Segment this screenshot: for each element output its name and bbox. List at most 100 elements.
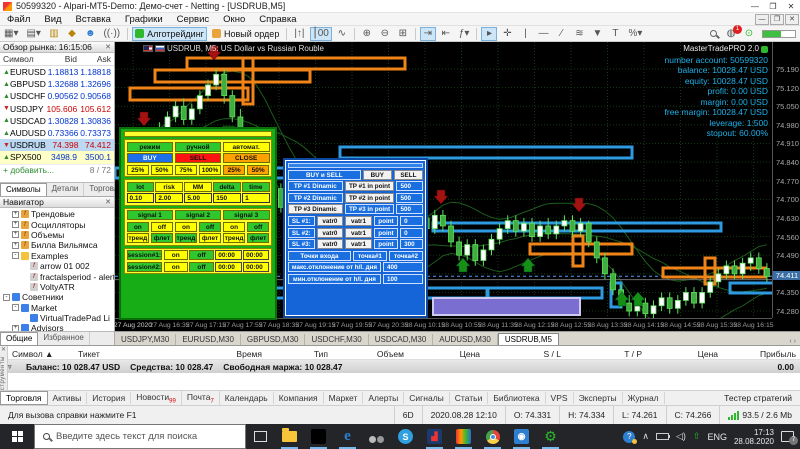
new-chart-button[interactable]: ▦▾ — [1, 27, 21, 41]
toolbox-tab-Эксперты[interactable]: Эксперты — [574, 392, 623, 404]
strategy-tester-label[interactable]: Тестер стратегий — [724, 393, 800, 403]
edge-browser-icon[interactable]: e — [333, 424, 362, 449]
ea-signal-on-button[interactable]: on — [222, 221, 246, 232]
trade-column-header[interactable]: Время — [160, 349, 266, 359]
auto-scroll-button[interactable]: ⇥ — [419, 26, 436, 41]
navigator-close-icon[interactable]: ✕ — [105, 198, 111, 206]
search-icon[interactable] — [705, 27, 721, 41]
navigator-item[interactable]: - Советники — [0, 292, 114, 302]
expand-icon[interactable]: + — [12, 210, 19, 218]
toolbox-close-icon[interactable]: ✕ — [0, 346, 7, 353]
label-tool[interactable]: ▼ — [589, 27, 605, 41]
mdi-minimize-button[interactable]: — — [755, 13, 769, 25]
market-watch-tab-Символы[interactable]: Символы — [0, 183, 47, 196]
sl-point-label[interactable]: point — [373, 239, 399, 250]
buy-and-sell-button[interactable]: BUY и SELL — [288, 169, 361, 180]
ea-param-input[interactable]: 2.00 — [155, 193, 183, 203]
ea-session-start-input[interactable]: 00:00 — [215, 250, 242, 260]
ea-signal-off-button[interactable]: off — [198, 221, 222, 232]
toolbox-tab-Журнал[interactable]: Журнал — [623, 392, 665, 404]
expand-icon[interactable]: + — [12, 221, 19, 229]
sl-vatr0-button[interactable]: vatr0 — [316, 215, 344, 226]
expand-icon[interactable]: + — [12, 241, 19, 249]
ea-param-MM[interactable]: MM — [184, 181, 212, 192]
sl-value[interactable]: 300 — [400, 239, 424, 250]
ea-signal-off-button[interactable]: off — [246, 221, 270, 232]
fibonacci-tool[interactable]: ≋ — [571, 27, 587, 41]
entry-point-1-button[interactable]: точка#1 — [352, 250, 387, 261]
sl-point-label[interactable]: point — [373, 227, 399, 238]
toolbox-tab-Почта[interactable]: Почта7 — [182, 390, 220, 406]
collapse-icon[interactable]: - — [12, 252, 19, 260]
ea-param-input[interactable]: 5.00 — [184, 193, 212, 203]
toolbox-tab-Сигналы[interactable]: Сигналы — [404, 392, 450, 404]
file-explorer-icon[interactable] — [275, 424, 304, 449]
start-button[interactable] — [0, 424, 34, 449]
entry-point-2-button[interactable]: точка#2 — [388, 250, 423, 261]
settings-gear-icon[interactable]: ⚙ — [536, 424, 565, 449]
deviation-value[interactable]: 100 — [383, 273, 423, 284]
ea-signal-2[interactable]: signal 2 — [174, 210, 222, 220]
menu-item-Файл[interactable]: Файл — [0, 14, 37, 25]
skype-icon[interactable]: S — [391, 424, 420, 449]
market-watch-row[interactable]: ▲ GBPUSD 1.32688 1.32696 — [0, 78, 114, 90]
trade-column-header[interactable]: S / L — [484, 349, 565, 359]
tab-scroll-arrows[interactable]: ‹ › — [789, 338, 800, 345]
ea-percent-100%[interactable]: 100% — [198, 164, 222, 175]
tp-value[interactable]: 500 — [396, 192, 423, 203]
ea-mode-ручной[interactable]: ручной — [174, 141, 222, 152]
navigator-item[interactable]: VirtualTradePad Li — [0, 313, 114, 323]
mdi-close-button[interactable]: ✕ — [785, 13, 799, 25]
ea-mode-режим[interactable]: режим — [126, 141, 174, 152]
ea-action-CLOSE[interactable]: CLOSE — [222, 153, 270, 163]
ea-signal-on-button[interactable]: on — [126, 221, 150, 232]
navigator-tab-Избранное[interactable]: Избранное — [38, 332, 90, 345]
expand-icon[interactable]: + — [12, 231, 19, 239]
toolbox-tab-Торговля[interactable]: Торговля — [0, 391, 48, 405]
tp-dynamic-button[interactable]: TP #2 Dinamic — [288, 192, 343, 203]
buy-button[interactable]: BUY — [362, 169, 392, 180]
chart-tab-AUDUSD,M30[interactable]: AUDUSD,M30 — [433, 334, 498, 345]
chart-tab-USDCHF,M30[interactable]: USDCHF,M30 — [305, 334, 369, 345]
market-watch-toggle[interactable]: ▥ — [46, 27, 62, 41]
ea-flat-button[interactable]: флет — [246, 233, 270, 243]
market-watch-add-row[interactable]: + добавить... 8 / 72 — [0, 163, 114, 175]
trade-column-header[interactable]: T / P — [565, 349, 646, 359]
chart-shift-button[interactable]: ⇤ — [438, 27, 454, 41]
toolbox-tab-Статьи[interactable]: Статьи — [450, 392, 489, 404]
ea-trend-button[interactable]: тренд — [174, 233, 198, 243]
candles-chart-button[interactable]: ⎮00 — [309, 26, 332, 41]
bars-chart-button[interactable]: |↑| — [291, 27, 307, 41]
ea-session-on-button[interactable]: on — [163, 250, 188, 260]
chart-tab-USDJPY,M30[interactable]: USDJPY,M30 — [115, 334, 177, 345]
minimize-button[interactable]: — — [746, 2, 764, 11]
trendline-tool[interactable]: ∕ — [553, 27, 569, 41]
ea-session-off-button[interactable]: off — [189, 250, 214, 260]
navigator-item[interactable]: + f Объемы — [0, 230, 114, 240]
ea-session-end-input[interactable]: 00:00 — [243, 250, 270, 260]
shapes-dropdown[interactable]: %▾ — [625, 27, 645, 41]
history-center-icon[interactable]: ◆ — [64, 27, 80, 41]
sell-button[interactable]: SELL — [393, 169, 423, 180]
menu-item-Вставка[interactable]: Вставка — [69, 14, 118, 25]
collapse-icon[interactable]: - — [3, 293, 10, 301]
trade-column-header[interactable]: Тикет — [74, 349, 160, 359]
ea-param-input[interactable]: 1 — [242, 193, 270, 203]
ea-mode-автомат.[interactable]: автомат. — [222, 141, 270, 152]
menu-item-Окно[interactable]: Окно — [216, 14, 252, 25]
crosshair-tool[interactable]: ✛ — [499, 27, 515, 41]
zoom-in-button[interactable]: ⊕ — [359, 27, 375, 41]
menu-item-Вид[interactable]: Вид — [37, 14, 68, 25]
tile-windows-button[interactable]: ⊞ — [395, 27, 411, 41]
market-watch-row[interactable]: ▲ SPX500 3498.9 3500.1 — [0, 151, 114, 164]
trade-column-header[interactable]: Цена — [646, 349, 722, 359]
line-chart-button[interactable]: ∿ — [334, 27, 350, 41]
help-tray-icon[interactable]: ? — [623, 430, 638, 444]
navigator-item[interactable]: + f Трендовые — [0, 209, 114, 219]
market-watch-row[interactable]: ▲ USDCHF 0.90562 0.90568 — [0, 90, 114, 102]
ea-percent-75%[interactable]: 75% — [174, 164, 198, 175]
toolbox-tab-Маркет[interactable]: Маркет — [324, 392, 364, 404]
toolbox-tab-VPS[interactable]: VPS — [546, 392, 574, 404]
alpari-app-icon[interactable] — [449, 424, 478, 449]
profiles-button[interactable]: ▤▾ — [23, 27, 43, 41]
